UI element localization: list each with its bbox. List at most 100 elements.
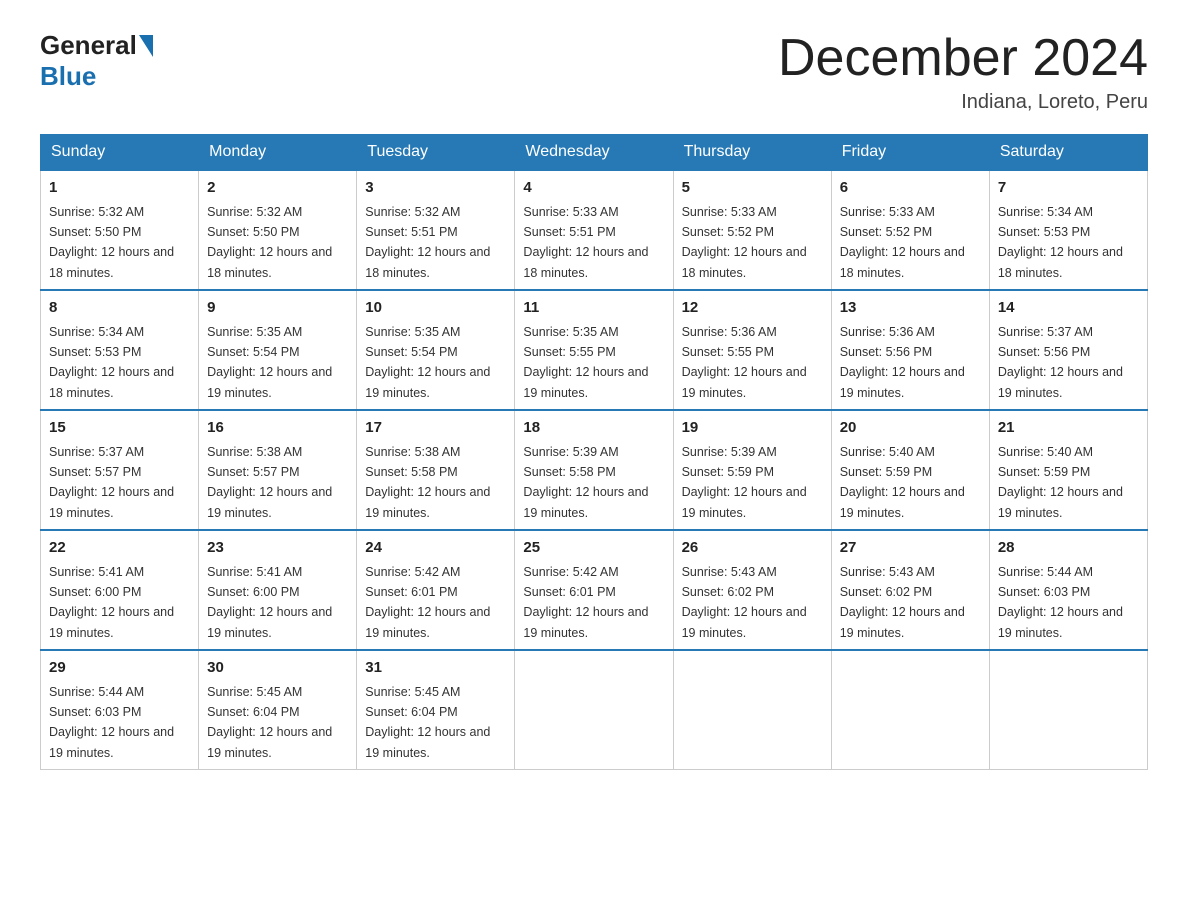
- day-info: Sunrise: 5:42 AMSunset: 6:01 PMDaylight:…: [365, 565, 490, 640]
- calendar-table: Sunday Monday Tuesday Wednesday Thursday…: [40, 134, 1148, 770]
- day-info: Sunrise: 5:32 AMSunset: 5:50 PMDaylight:…: [207, 205, 332, 280]
- calendar-cell: 23 Sunrise: 5:41 AMSunset: 6:00 PMDaylig…: [199, 530, 357, 650]
- calendar-cell: 7 Sunrise: 5:34 AMSunset: 5:53 PMDayligh…: [989, 170, 1147, 290]
- title-block: December 2024 Indiana, Loreto, Peru: [778, 30, 1148, 114]
- day-number: 10: [365, 297, 506, 320]
- day-number: 2: [207, 177, 348, 200]
- day-number: 12: [682, 297, 823, 320]
- day-number: 19: [682, 417, 823, 440]
- day-number: 6: [840, 177, 981, 200]
- day-number: 16: [207, 417, 348, 440]
- day-number: 4: [523, 177, 664, 200]
- logo: General Blue: [40, 30, 155, 92]
- day-number: 24: [365, 537, 506, 560]
- location-text: Indiana, Loreto, Peru: [778, 91, 1148, 114]
- day-info: Sunrise: 5:35 AMSunset: 5:54 PMDaylight:…: [365, 325, 490, 400]
- day-info: Sunrise: 5:41 AMSunset: 6:00 PMDaylight:…: [49, 565, 174, 640]
- calendar-cell: 4 Sunrise: 5:33 AMSunset: 5:51 PMDayligh…: [515, 170, 673, 290]
- day-info: Sunrise: 5:40 AMSunset: 5:59 PMDaylight:…: [998, 445, 1123, 520]
- day-number: 14: [998, 297, 1139, 320]
- calendar-cell: 16 Sunrise: 5:38 AMSunset: 5:57 PMDaylig…: [199, 410, 357, 530]
- calendar-cell: 18 Sunrise: 5:39 AMSunset: 5:58 PMDaylig…: [515, 410, 673, 530]
- day-number: 7: [998, 177, 1139, 200]
- day-number: 3: [365, 177, 506, 200]
- calendar-cell: 9 Sunrise: 5:35 AMSunset: 5:54 PMDayligh…: [199, 290, 357, 410]
- day-number: 8: [49, 297, 190, 320]
- day-info: Sunrise: 5:36 AMSunset: 5:56 PMDaylight:…: [840, 325, 965, 400]
- calendar-cell: [673, 650, 831, 770]
- day-number: 18: [523, 417, 664, 440]
- calendar-cell: 2 Sunrise: 5:32 AMSunset: 5:50 PMDayligh…: [199, 170, 357, 290]
- logo-blue-text: Blue: [40, 61, 96, 91]
- calendar-cell: 10 Sunrise: 5:35 AMSunset: 5:54 PMDaylig…: [357, 290, 515, 410]
- day-info: Sunrise: 5:37 AMSunset: 5:56 PMDaylight:…: [998, 325, 1123, 400]
- day-info: Sunrise: 5:39 AMSunset: 5:59 PMDaylight:…: [682, 445, 807, 520]
- day-info: Sunrise: 5:33 AMSunset: 5:51 PMDaylight:…: [523, 205, 648, 280]
- logo-general-text: General: [40, 30, 137, 61]
- day-number: 13: [840, 297, 981, 320]
- day-info: Sunrise: 5:45 AMSunset: 6:04 PMDaylight:…: [365, 685, 490, 760]
- header-thursday: Thursday: [673, 135, 831, 171]
- day-number: 9: [207, 297, 348, 320]
- day-number: 29: [49, 657, 190, 680]
- day-number: 15: [49, 417, 190, 440]
- calendar-header: Sunday Monday Tuesday Wednesday Thursday…: [41, 135, 1148, 171]
- day-info: Sunrise: 5:43 AMSunset: 6:02 PMDaylight:…: [840, 565, 965, 640]
- day-info: Sunrise: 5:44 AMSunset: 6:03 PMDaylight:…: [49, 685, 174, 760]
- calendar-cell: 25 Sunrise: 5:42 AMSunset: 6:01 PMDaylig…: [515, 530, 673, 650]
- day-info: Sunrise: 5:35 AMSunset: 5:55 PMDaylight:…: [523, 325, 648, 400]
- day-number: 21: [998, 417, 1139, 440]
- day-info: Sunrise: 5:33 AMSunset: 5:52 PMDaylight:…: [682, 205, 807, 280]
- calendar-cell: 31 Sunrise: 5:45 AMSunset: 6:04 PMDaylig…: [357, 650, 515, 770]
- day-info: Sunrise: 5:35 AMSunset: 5:54 PMDaylight:…: [207, 325, 332, 400]
- calendar-cell: 3 Sunrise: 5:32 AMSunset: 5:51 PMDayligh…: [357, 170, 515, 290]
- calendar-cell: 29 Sunrise: 5:44 AMSunset: 6:03 PMDaylig…: [41, 650, 199, 770]
- calendar-cell: [831, 650, 989, 770]
- header-monday: Monday: [199, 135, 357, 171]
- day-info: Sunrise: 5:44 AMSunset: 6:03 PMDaylight:…: [998, 565, 1123, 640]
- day-number: 1: [49, 177, 190, 200]
- day-info: Sunrise: 5:42 AMSunset: 6:01 PMDaylight:…: [523, 565, 648, 640]
- calendar-week-row: 1 Sunrise: 5:32 AMSunset: 5:50 PMDayligh…: [41, 170, 1148, 290]
- day-number: 26: [682, 537, 823, 560]
- calendar-cell: 26 Sunrise: 5:43 AMSunset: 6:02 PMDaylig…: [673, 530, 831, 650]
- day-number: 17: [365, 417, 506, 440]
- day-info: Sunrise: 5:39 AMSunset: 5:58 PMDaylight:…: [523, 445, 648, 520]
- day-number: 11: [523, 297, 664, 320]
- header-tuesday: Tuesday: [357, 135, 515, 171]
- calendar-cell: 12 Sunrise: 5:36 AMSunset: 5:55 PMDaylig…: [673, 290, 831, 410]
- day-number: 28: [998, 537, 1139, 560]
- day-number: 22: [49, 537, 190, 560]
- month-year-title: December 2024: [778, 30, 1148, 87]
- calendar-cell: 11 Sunrise: 5:35 AMSunset: 5:55 PMDaylig…: [515, 290, 673, 410]
- day-number: 31: [365, 657, 506, 680]
- calendar-week-row: 22 Sunrise: 5:41 AMSunset: 6:00 PMDaylig…: [41, 530, 1148, 650]
- calendar-cell: 30 Sunrise: 5:45 AMSunset: 6:04 PMDaylig…: [199, 650, 357, 770]
- calendar-body: 1 Sunrise: 5:32 AMSunset: 5:50 PMDayligh…: [41, 170, 1148, 770]
- calendar-cell: 1 Sunrise: 5:32 AMSunset: 5:50 PMDayligh…: [41, 170, 199, 290]
- calendar-cell: 22 Sunrise: 5:41 AMSunset: 6:00 PMDaylig…: [41, 530, 199, 650]
- day-info: Sunrise: 5:33 AMSunset: 5:52 PMDaylight:…: [840, 205, 965, 280]
- day-info: Sunrise: 5:43 AMSunset: 6:02 PMDaylight:…: [682, 565, 807, 640]
- header-friday: Friday: [831, 135, 989, 171]
- logo-arrow-icon: [139, 35, 153, 57]
- calendar-cell: 21 Sunrise: 5:40 AMSunset: 5:59 PMDaylig…: [989, 410, 1147, 530]
- calendar-cell: 27 Sunrise: 5:43 AMSunset: 6:02 PMDaylig…: [831, 530, 989, 650]
- day-number: 27: [840, 537, 981, 560]
- calendar-week-row: 15 Sunrise: 5:37 AMSunset: 5:57 PMDaylig…: [41, 410, 1148, 530]
- calendar-cell: 28 Sunrise: 5:44 AMSunset: 6:03 PMDaylig…: [989, 530, 1147, 650]
- calendar-cell: 15 Sunrise: 5:37 AMSunset: 5:57 PMDaylig…: [41, 410, 199, 530]
- calendar-cell: 6 Sunrise: 5:33 AMSunset: 5:52 PMDayligh…: [831, 170, 989, 290]
- calendar-cell: 19 Sunrise: 5:39 AMSunset: 5:59 PMDaylig…: [673, 410, 831, 530]
- day-info: Sunrise: 5:34 AMSunset: 5:53 PMDaylight:…: [49, 325, 174, 400]
- calendar-cell: 14 Sunrise: 5:37 AMSunset: 5:56 PMDaylig…: [989, 290, 1147, 410]
- calendar-cell: [989, 650, 1147, 770]
- calendar-cell: 5 Sunrise: 5:33 AMSunset: 5:52 PMDayligh…: [673, 170, 831, 290]
- header-saturday: Saturday: [989, 135, 1147, 171]
- header-sunday: Sunday: [41, 135, 199, 171]
- day-number: 5: [682, 177, 823, 200]
- day-info: Sunrise: 5:32 AMSunset: 5:51 PMDaylight:…: [365, 205, 490, 280]
- day-info: Sunrise: 5:41 AMSunset: 6:00 PMDaylight:…: [207, 565, 332, 640]
- calendar-cell: 8 Sunrise: 5:34 AMSunset: 5:53 PMDayligh…: [41, 290, 199, 410]
- calendar-cell: 13 Sunrise: 5:36 AMSunset: 5:56 PMDaylig…: [831, 290, 989, 410]
